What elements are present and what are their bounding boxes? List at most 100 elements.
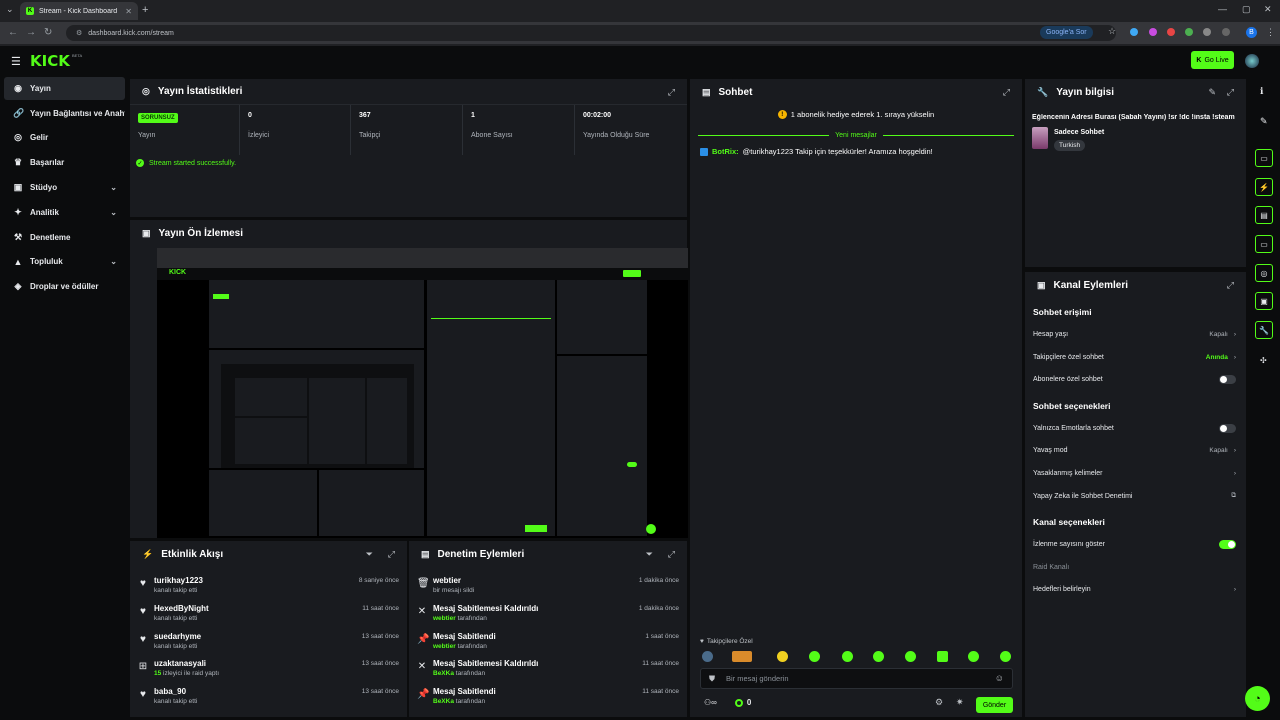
site-info-icon[interactable]: ⚙ (76, 29, 82, 37)
activity-user[interactable]: turikhay1223 (154, 576, 203, 585)
activity-user[interactable]: HexedByNight (154, 604, 209, 613)
targets-row[interactable]: Hedefleri belirleyin › (1033, 581, 1236, 597)
user-avatar[interactable] (1245, 54, 1259, 68)
ai-moderation-row[interactable]: Yapay Zeka ile Sohbet Denetimi ⧉ (1033, 488, 1236, 504)
profile-avatar[interactable]: B (1246, 27, 1257, 38)
chat-input[interactable]: ⛊ Bir mesaj gönderin ☺ (700, 668, 1013, 689)
send-button[interactable]: Gönder (976, 697, 1013, 713)
sidebar-item-stream[interactable]: ◉ Yayın (4, 77, 125, 100)
go-live-button[interactable]: K Go Live (1191, 51, 1234, 69)
maximize-icon[interactable]: ▢ (1242, 4, 1251, 15)
filter-icon[interactable]: ⏷ (646, 549, 653, 560)
mod-user[interactable]: webtier (433, 615, 456, 622)
banned-words-row[interactable]: Yasaklanmış kelimeler › (1033, 465, 1236, 481)
account-age-row[interactable]: Hesap yaşı Kapalı › (1033, 326, 1236, 342)
chat-toggle-icon[interactable]: ▭ (1255, 235, 1273, 253)
mod-user[interactable]: BeXKa (433, 698, 454, 705)
google-ask-button[interactable]: Google'a Sor (1040, 26, 1093, 39)
expand-icon[interactable]: ⤢ (1227, 280, 1234, 291)
emoji-icon[interactable]: ☺ (995, 673, 1004, 683)
mod-user[interactable]: webtier (433, 643, 456, 650)
bookmark-star-icon[interactable]: ☆ (1108, 26, 1116, 36)
expand-icon[interactable]: ⤢ (668, 87, 675, 98)
sidebar-item-stream-key[interactable]: 🔗 Yayın Bağlantısı ve Anahtarı (4, 102, 125, 125)
close-window-icon[interactable]: ✕ (1264, 4, 1272, 15)
emote-icon[interactable] (777, 651, 788, 662)
activity-toggle-icon[interactable]: ⚡ (1255, 178, 1273, 196)
tools-toggle-icon[interactable]: 🔧 (1255, 321, 1273, 339)
emote-icon[interactable] (842, 651, 853, 662)
filter-icon[interactable]: ⏷ (366, 549, 373, 560)
expand-icon[interactable]: ⤢ (1227, 87, 1234, 98)
emote-icon[interactable] (968, 651, 979, 662)
tab-search-icon[interactable]: ⌄ (6, 4, 14, 15)
stream-info-toggle-icon[interactable]: ▭ (1255, 149, 1273, 167)
extensions-menu-icon[interactable] (1203, 28, 1211, 36)
forward-icon[interactable]: → (26, 27, 36, 38)
emote-icon[interactable] (732, 651, 752, 662)
more-menu-icon[interactable]: ⋮ (1266, 27, 1275, 38)
stats-toggle-icon[interactable]: ◎ (1255, 264, 1273, 282)
gift-sub-banner[interactable]: ! 1 abonelik hediye ederek 1. sıraya yük… (690, 110, 1022, 119)
side-panel-icon[interactable] (1222, 28, 1230, 36)
extension-icon[interactable] (1130, 28, 1138, 36)
activity-user[interactable]: uzaktanasyali (154, 659, 206, 668)
help-chat-fab[interactable]: ◔ (1245, 686, 1270, 711)
expand-icon[interactable]: ⤢ (1003, 87, 1010, 98)
url-input[interactable]: ⚙ dashboard.kick.com/stream (66, 25, 1116, 41)
new-tab-icon[interactable]: + (142, 4, 148, 16)
browser-tab[interactable]: K Stream - Kick Dashboard ✕ (20, 2, 138, 20)
emote-icon[interactable] (873, 651, 884, 662)
stream-preview-video[interactable]: KICK (157, 248, 688, 538)
edit-icon[interactable]: ✎ (1208, 87, 1216, 98)
sidebar-item-community[interactable]: ▲ Topluluk ⌄ (4, 250, 125, 273)
info-icon[interactable]: ℹ (1260, 86, 1263, 97)
banner-text: 1 abonelik hediye ederek 1. sıraya yükse… (790, 110, 935, 119)
emote-icon[interactable] (905, 651, 916, 662)
edit-layout-icon[interactable]: ✎ (1260, 116, 1268, 127)
show-viewers-toggle[interactable] (1219, 539, 1236, 549)
sidebar-item-achievements[interactable]: ♛ Başarılar (4, 151, 125, 174)
users-icon[interactable]: ⚇∞ (704, 698, 717, 707)
slow-mode-row[interactable]: Yavaş mod Kapalı › (1033, 442, 1236, 458)
channel-toggle-icon[interactable]: ▣ (1255, 292, 1273, 310)
followers-chat-row[interactable]: Takipçilere özel sohbet Anında › (1033, 349, 1236, 365)
modlog-toggle-icon[interactable]: ▤ (1255, 206, 1273, 224)
subs-chat-toggle[interactable] (1219, 374, 1236, 384)
extension-icon[interactable] (1185, 28, 1193, 36)
stat-value: 1 (471, 112, 475, 119)
extension-icon[interactable] (1167, 28, 1175, 36)
activity-user[interactable]: suedarhyme (154, 632, 201, 641)
close-tab-icon[interactable]: ✕ (125, 7, 132, 16)
kick-logo[interactable]: KICK (30, 52, 70, 70)
sidebar-item-drops[interactable]: ◈ Droplar ve ödüller (4, 275, 125, 298)
row-label: Yasaklanmış kelimeler (1033, 469, 1103, 477)
emote-icon[interactable] (702, 651, 713, 662)
mod-user[interactable]: BeXKa (433, 670, 454, 677)
emote-icon[interactable] (1000, 651, 1011, 662)
emote-only-toggle[interactable] (1219, 423, 1236, 433)
mod-settings-icon[interactable]: ✷ (956, 697, 964, 708)
minimize-icon[interactable]: — (1218, 4, 1227, 14)
back-icon[interactable]: ← (8, 27, 18, 38)
chat-username[interactable]: BotRix: (712, 147, 739, 156)
expand-icon[interactable]: ⤢ (388, 549, 395, 560)
shortcuts-icon[interactable]: ✣ (1260, 356, 1267, 365)
category-name[interactable]: Sadece Sohbet (1054, 129, 1104, 136)
category-thumbnail[interactable] (1032, 127, 1048, 149)
sidebar-item-revenue[interactable]: ◎ Gelir (4, 126, 125, 149)
sidebar-item-moderation[interactable]: ⚒ Denetleme (4, 226, 125, 249)
preview-stats-box (209, 280, 424, 348)
hamburger-menu-icon[interactable]: ☰ (11, 55, 21, 68)
sidebar-item-analytics[interactable]: ✦ Analitik ⌄ (4, 201, 125, 224)
mod-title[interactable]: webtier (433, 576, 461, 585)
activity-user[interactable]: baba_90 (154, 687, 186, 696)
extension-icon[interactable] (1149, 28, 1157, 36)
activity-time: 11 saat önce (362, 605, 399, 612)
emote-icon[interactable] (809, 651, 820, 662)
reload-icon[interactable]: ↻ (44, 27, 52, 38)
emote-icon[interactable] (937, 651, 948, 662)
expand-icon[interactable]: ⤢ (668, 549, 675, 560)
settings-gear-icon[interactable]: ⚙ (935, 697, 943, 708)
sidebar-item-studio[interactable]: ▣ Stüdyo ⌄ (4, 176, 125, 199)
